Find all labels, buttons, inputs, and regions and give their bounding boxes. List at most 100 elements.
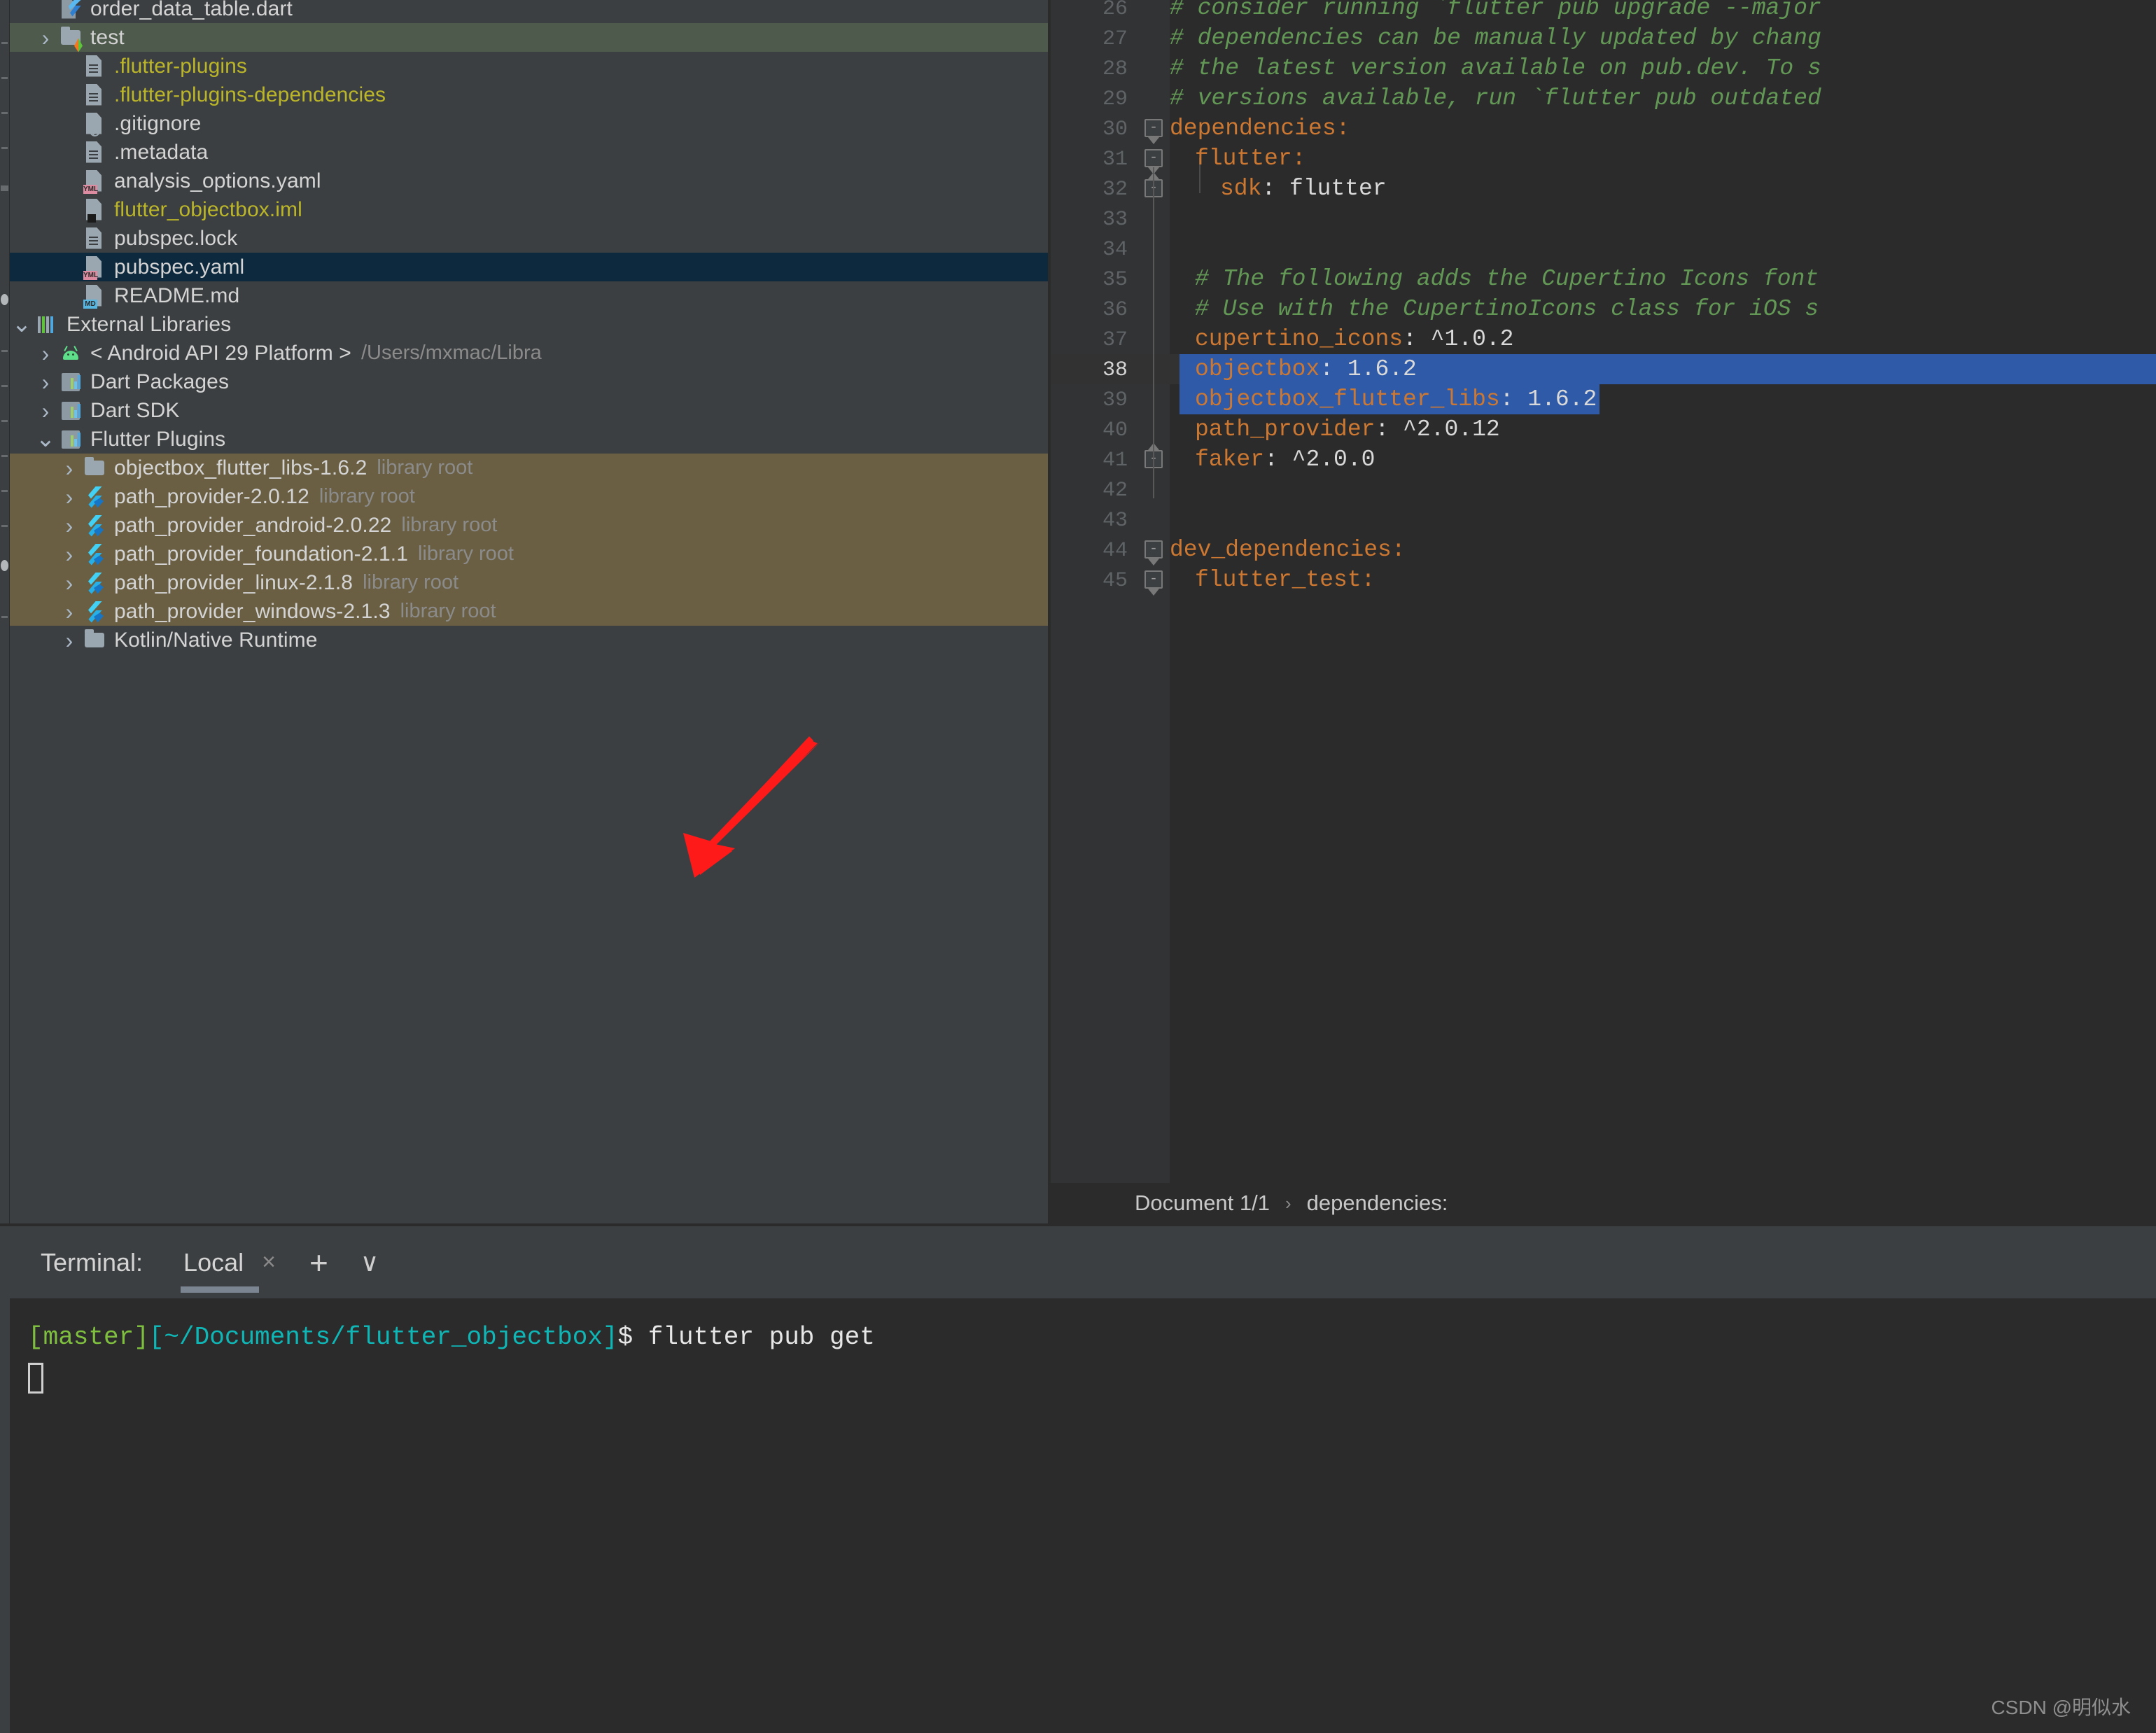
tree-row[interactable]: › path_provider-2.0.12 library root [10, 482, 1048, 511]
tree-row[interactable]: › path_provider_windows-2.1.3 library root [10, 597, 1048, 626]
tree-row[interactable]: .flutter-plugins [10, 52, 1048, 80]
line-number: 37 [1102, 328, 1128, 352]
chevron-right-icon[interactable]: › [34, 342, 57, 365]
code-line[interactable]: # Use with the CupertinoIcons class for … [1195, 294, 1819, 324]
tree-row[interactable]: › Dart Packages [10, 367, 1048, 396]
watermark: CSDN @明似水 [1991, 1697, 2131, 1718]
terminal-left-strip [0, 1226, 10, 1733]
chevron-right-icon[interactable]: › [57, 456, 81, 480]
chevron-down-icon[interactable]: ∨ [346, 1248, 393, 1277]
line-number: 31 [1102, 148, 1128, 171]
code-line[interactable]: flutter_test: [1195, 565, 1375, 595]
chevron-right-icon[interactable]: › [34, 399, 57, 423]
code-line[interactable]: dependencies: [1170, 113, 1350, 143]
fold-toggle-icon[interactable]: - [1144, 570, 1163, 589]
tree-row[interactable]: › < Android API 29 Platform > /Users/mxmac… [10, 339, 1048, 367]
terminal-tab-local[interactable]: Local × [168, 1226, 291, 1298]
tree-row[interactable]: order_data_table.dart [10, 0, 1048, 23]
chevron-right-icon[interactable]: › [57, 600, 81, 624]
chevron-right-icon[interactable]: › [57, 514, 81, 538]
code-line[interactable]: faker: ^2.0.0 [1195, 444, 1375, 475]
tree-row[interactable]: › test [10, 23, 1048, 52]
code-line[interactable]: dev_dependencies: [1170, 535, 1406, 565]
code-token: # Use with the CupertinoIcons class for … [1195, 296, 1819, 322]
tree-row[interactable]: › Dart SDK [10, 396, 1048, 425]
code-editor[interactable]: 26 # consider running `flutter pub upgrad… [1051, 0, 2156, 1183]
tree-row[interactable]: YML analysis_options.yaml [10, 167, 1048, 195]
tree-row-label: path_provider_linux-2.1.8 [114, 570, 354, 594]
code-line[interactable]: objectbox_flutter_libs: 1.6.2 [1195, 384, 1597, 414]
code-line[interactable]: path_provider: ^2.0.12 [1195, 414, 1500, 444]
code-line[interactable]: # The following adds the Cupertino Icons… [1195, 264, 1819, 294]
fold-region-arrow-icon [1148, 137, 1159, 144]
tree-row[interactable]: › path_provider_foundation-2.1.1 library r… [10, 540, 1048, 568]
tree-row[interactable]: pubspec.lock [10, 224, 1048, 253]
close-icon[interactable]: × [262, 1249, 276, 1276]
tree-row[interactable]: › path_provider_linux-2.1.8 library root [10, 568, 1048, 597]
chevron-right-icon[interactable]: › [57, 629, 81, 652]
tree-row-label: External Libraries [66, 312, 232, 336]
flutter-icon [81, 598, 108, 625]
tree-row[interactable]: › objectbox_flutter_libs-1.6.2 library roo… [10, 454, 1048, 482]
code-line[interactable]: flutter: [1195, 143, 1306, 174]
code-line[interactable]: # dependencies can be manually updated b… [1170, 23, 1821, 53]
tree-row[interactable]: › Kotlin/Native Runtime [10, 626, 1048, 654]
tree-row[interactable]: ⌄ Flutter Plugins [10, 425, 1048, 454]
chevron-down-icon[interactable]: ⌄ [34, 427, 57, 451]
code-token: dependencies: [1170, 115, 1350, 141]
chevron-right-icon[interactable]: › [57, 485, 81, 509]
code-line[interactable]: # consider running `flutter pub upgrade … [1170, 0, 1821, 23]
terminal-output[interactable]: [master][~/Documents/flutter_objectbox]$… [10, 1298, 2156, 1733]
code-line[interactable]: cupertino_icons: ^1.0.2 [1195, 324, 1514, 354]
line-number: 26 [1102, 0, 1128, 21]
terminal-cursor-line [28, 1356, 2156, 1405]
tree-row-label: order_data_table.dart [90, 0, 293, 20]
chevron-down-icon[interactable]: ⌄ [10, 312, 34, 337]
tree-row-subtext: library root [417, 542, 514, 565]
tree-row-label: Kotlin/Native Runtime [114, 628, 318, 652]
line-number: 34 [1102, 238, 1128, 262]
tree-row[interactable]: › path_provider_android-2.0.22 library roo… [10, 511, 1048, 540]
code-token: # versions available, run `flutter pub o… [1170, 85, 1821, 111]
add-terminal-button[interactable]: + [291, 1247, 346, 1279]
file-icon [81, 139, 108, 166]
flutter-icon [81, 512, 108, 539]
breadcrumb-document[interactable]: Document 1/1 [1135, 1191, 1270, 1216]
fold-toggle-icon[interactable]: - [1144, 149, 1163, 167]
code-line[interactable]: sdk: flutter [1220, 174, 1387, 204]
code-token: # dependencies can be manually updated b… [1170, 25, 1821, 51]
code-line[interactable]: # versions available, run `flutter pub o… [1170, 83, 1821, 113]
left-tool-strip[interactable] [0, 0, 10, 1225]
tree-row[interactable]: .metadata [10, 138, 1048, 167]
yaml-file-icon: YML [81, 254, 108, 281]
project-tool-window[interactable]: order_data_table.dart › test .flutter-plugi… [10, 0, 1048, 1223]
breadcrumb-node[interactable]: dependencies: [1307, 1191, 1448, 1216]
tree-row-label: path_provider_windows-2.1.3 [114, 599, 391, 623]
fold-toggle-icon[interactable]: - [1144, 119, 1163, 137]
tree-row[interactable]: MD README.md [10, 281, 1048, 310]
dart-file-icon [57, 0, 84, 22]
dart-package-icon [57, 398, 84, 424]
chevron-right-icon[interactable]: › [57, 542, 81, 566]
code-line[interactable]: # the latest version available on pub.de… [1170, 53, 1821, 83]
chevron-right-icon[interactable]: › [34, 26, 57, 50]
tree-row[interactable]: ⌄ External Libraries [10, 310, 1048, 339]
tree-row-label: Dart Packages [90, 370, 230, 393]
tree-row-label: .flutter-plugins [114, 54, 248, 78]
chevron-right-icon[interactable]: › [34, 370, 57, 394]
tree-row-label: path_provider_android-2.0.22 [114, 513, 392, 537]
tree-row[interactable]: .flutter-plugins-dependencies [10, 80, 1048, 109]
iml-file-icon [81, 197, 108, 223]
tree-row-label: pubspec.yaml [114, 255, 245, 279]
chevron-right-icon[interactable]: › [57, 571, 81, 595]
code-token: sdk [1220, 176, 1262, 202]
tree-row[interactable]: flutter_objectbox.iml [10, 195, 1048, 224]
tree-row[interactable]: YML pubspec.yaml [10, 253, 1048, 281]
code-line[interactable]: objectbox: 1.6.2 [1195, 354, 1417, 384]
line-number: 45 [1102, 569, 1128, 593]
fold-toggle-icon[interactable]: - [1144, 540, 1163, 559]
code-token: # The following adds the Cupertino Icons… [1195, 266, 1819, 292]
breadcrumb[interactable]: Document 1/1 › dependencies: [1051, 1183, 2156, 1223]
tree-row-label: .flutter-plugins-dependencies [114, 83, 386, 106]
tree-row[interactable]: .gitignore [10, 109, 1048, 138]
